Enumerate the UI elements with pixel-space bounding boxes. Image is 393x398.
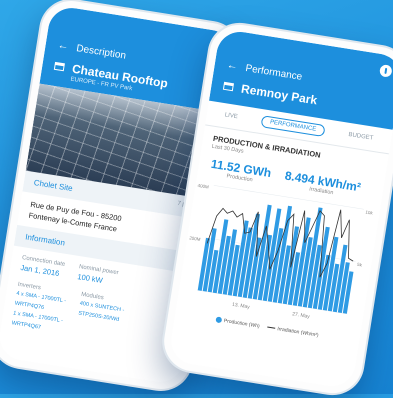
tab-performance[interactable]: PERFORMANCE <box>260 115 326 138</box>
tab-budget[interactable]: BUDGET <box>348 132 374 142</box>
site-section-title: Cholet Site <box>33 178 74 194</box>
back-arrow-icon[interactable]: ← <box>57 39 70 53</box>
legend-irradiation-label: Irradiation (Wh/m²) <box>276 326 319 339</box>
building-icon <box>53 61 65 72</box>
x-axis-label: 27. May <box>292 311 311 320</box>
legend-production-label: Production (Wh) <box>223 318 260 330</box>
irradiation-swatch-icon <box>267 326 276 330</box>
x-axis-label: 13. May <box>232 302 251 311</box>
tab-live[interactable]: LIVE <box>224 112 238 120</box>
y-axis-label: 200M <box>189 235 201 242</box>
y2-axis-label: 5k <box>357 262 363 268</box>
park-name: Remnoy Park <box>240 81 319 108</box>
legend-production[interactable]: Production (Wh) <box>215 316 260 330</box>
y2-axis-label: 10k <box>365 210 374 216</box>
y-axis-label: 400M <box>197 183 209 190</box>
back-arrow-icon[interactable]: ← <box>226 59 239 73</box>
information-title: Information <box>24 232 66 248</box>
production-swatch-icon <box>215 316 223 324</box>
building-icon <box>222 81 235 92</box>
